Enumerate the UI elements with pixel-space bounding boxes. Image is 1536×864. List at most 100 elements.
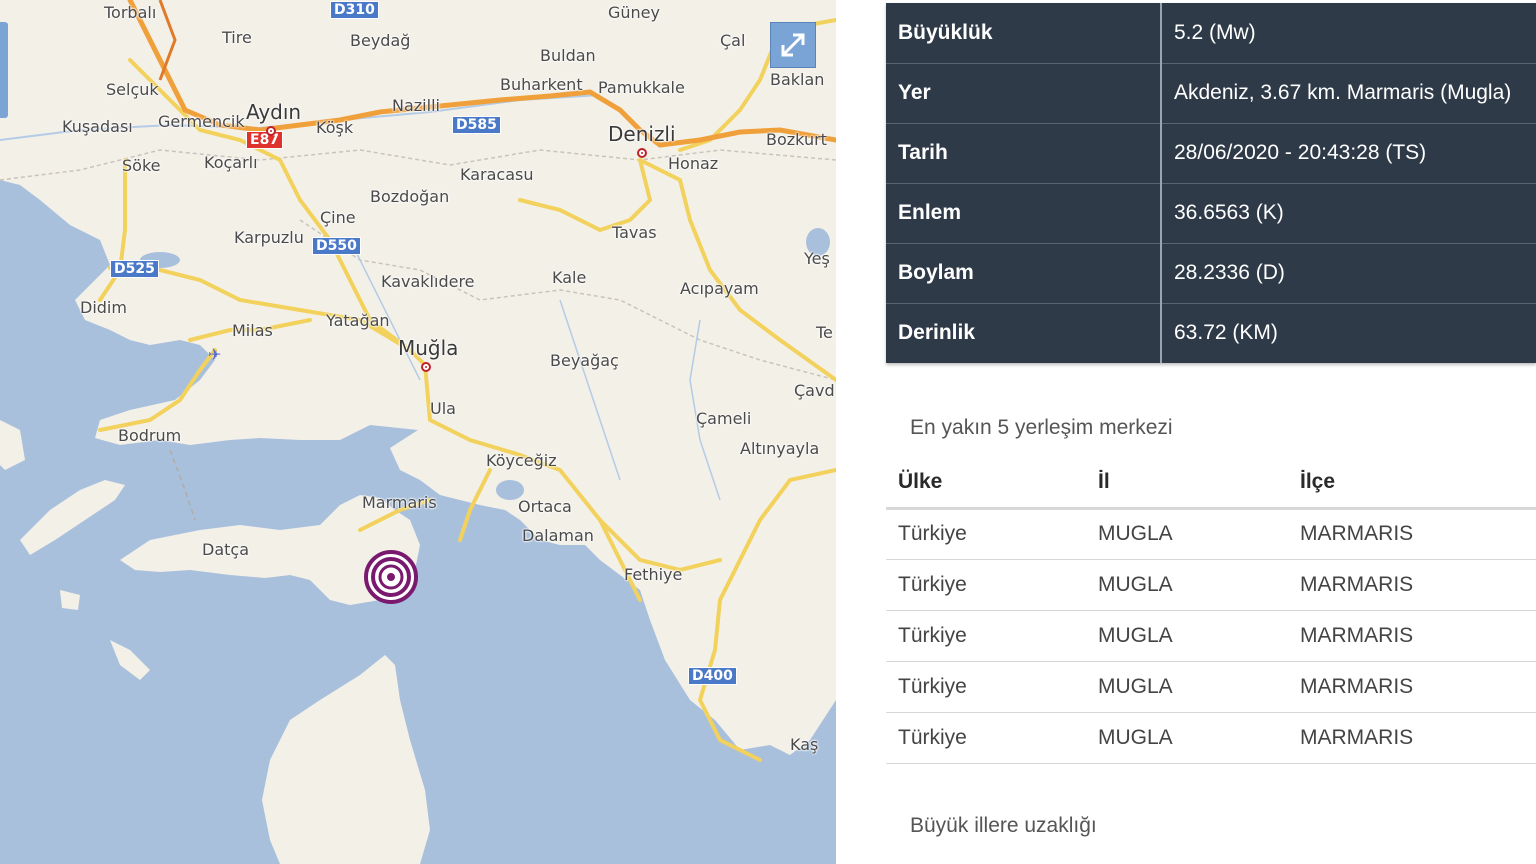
- info-value: 28.2336 (D): [1161, 243, 1536, 304]
- info-row: Büyüklük 5.2 (Mw): [886, 3, 1536, 64]
- cell-province: MUGLA: [1086, 610, 1288, 662]
- road-shield-label: D550: [312, 237, 361, 255]
- map-place-label: Baklan: [770, 70, 825, 89]
- map-place-label: Aydın: [246, 100, 302, 124]
- cell-district: MARMARIS: [1288, 508, 1536, 560]
- cell-country: Türkiye: [886, 712, 1086, 764]
- info-value: 28/06/2020 - 20:43:28 (TS): [1161, 123, 1536, 184]
- info-value: 5.2 (Mw): [1161, 3, 1536, 64]
- map-place-label: Yatağan: [326, 311, 390, 330]
- info-row: Tarih 28/06/2020 - 20:43:28 (TS): [886, 123, 1536, 184]
- info-label: Tarih: [886, 123, 1162, 184]
- zoom-control-stub[interactable]: [0, 22, 8, 118]
- map-place-label: Ula: [430, 399, 456, 418]
- map-place-label: Çal: [720, 31, 746, 50]
- info-row: Derinlik 63.72 (KM): [886, 303, 1536, 363]
- map-place-label: Didim: [80, 298, 127, 317]
- road-shield-label: D525: [110, 260, 159, 278]
- map-place-label: Güney: [608, 3, 660, 22]
- cell-district: MARMARIS: [1288, 712, 1536, 764]
- map-place-label: Pamukkale: [598, 78, 685, 97]
- table-row: Türkiye MUGLA MARMARIS: [886, 508, 1536, 560]
- map-place-label: Nazilli: [392, 96, 440, 115]
- map-place-label: Denizli: [608, 122, 676, 146]
- map-place-label: Köyceğiz: [486, 451, 557, 470]
- map-place-label: Ortaca: [518, 497, 572, 516]
- map-place-label: Koçarlı: [204, 153, 258, 172]
- map-place-label: Selçuk: [106, 80, 159, 99]
- map-place-label: Çameli: [696, 409, 752, 428]
- map-place-label: Kavaklıdere: [381, 272, 475, 291]
- cell-province: MUGLA: [1086, 712, 1288, 764]
- map-place-label: Kale: [552, 268, 587, 287]
- map-place-label: Yeş: [804, 249, 830, 268]
- epicenter-target-icon[interactable]: [364, 550, 418, 608]
- cell-province: MUGLA: [1086, 661, 1288, 713]
- cell-district: MARMARIS: [1288, 661, 1536, 713]
- table-row: Türkiye MUGLA MARMARIS: [886, 661, 1536, 713]
- mugla-city-marker: [421, 362, 431, 372]
- cell-country: Türkiye: [886, 508, 1086, 560]
- road-shield-label: D310: [330, 1, 379, 19]
- info-value: 63.72 (KM): [1161, 303, 1536, 363]
- map-place-label: Buldan: [540, 46, 596, 65]
- expand-map-button[interactable]: [770, 22, 816, 68]
- map-place-label: Fethiye: [624, 565, 683, 584]
- earthquake-details-table: Büyüklük 5.2 (Mw) Yer Akdeniz, 3.67 km. Mar…: [886, 3, 1536, 363]
- info-row: Boylam 28.2336 (D): [886, 243, 1536, 304]
- cell-province: MUGLA: [1086, 508, 1288, 560]
- map-place-label: Kaş: [790, 735, 819, 754]
- map-place-label: Marmaris: [362, 493, 437, 512]
- map-place-label: Beyağaç: [550, 351, 619, 370]
- road-shield-label: D400: [688, 667, 737, 685]
- info-label: Yer: [886, 63, 1162, 124]
- road-shield-label: E87: [246, 131, 284, 149]
- map-place-label: Çavd: [794, 381, 835, 400]
- earthquake-info-panel: Büyüklük 5.2 (Mw) Yer Akdeniz, 3.67 km. Mar…: [886, 0, 1536, 864]
- map-place-label: Karacasu: [460, 165, 534, 184]
- denizli-city-marker: [637, 148, 647, 158]
- info-label: Enlem: [886, 183, 1162, 244]
- table-header-row: Ülke İl İlçe: [886, 458, 1536, 510]
- table-row: Türkiye MUGLA MARMARIS: [886, 559, 1536, 611]
- map-place-label: Acıpayam: [680, 279, 759, 298]
- map-place-label: Bozkurt: [766, 130, 827, 149]
- map-place-label: Karpuzlu: [234, 228, 304, 247]
- column-header-district: İlçe: [1288, 458, 1536, 510]
- map-place-label: Bodrum: [118, 426, 182, 445]
- map-place-label: Köşk: [316, 118, 354, 137]
- distances-title: Büyük illere uzaklığı: [910, 814, 1097, 837]
- map-place-label: Beydağ: [350, 31, 411, 50]
- nearby-settlements-title: En yakın 5 yerleşim merkezi: [910, 416, 1173, 439]
- earthquake-map[interactable]: Torbalı Tire Beydağ Güney Çal Buldan Selçuk Ayd…: [0, 0, 836, 864]
- column-header-province: İl: [1086, 458, 1288, 510]
- info-value: Akdeniz, 3.67 km. Marmaris (Mugla): [1161, 63, 1536, 124]
- cell-district: MARMARIS: [1288, 559, 1536, 611]
- map-place-label: Honaz: [668, 154, 719, 173]
- aydin-city-marker: [266, 126, 276, 136]
- road-shield-label: D585: [452, 116, 501, 134]
- cell-country: Türkiye: [886, 661, 1086, 713]
- map-place-label: Söke: [122, 156, 161, 175]
- map-place-label: Çine: [320, 208, 356, 227]
- map-place-label: Datça: [202, 540, 249, 559]
- info-label: Derinlik: [886, 303, 1162, 363]
- info-label: Büyüklük: [886, 3, 1162, 64]
- map-place-label: Germencik: [158, 112, 245, 131]
- cell-country: Türkiye: [886, 559, 1086, 611]
- map-place-label: Torbalı: [104, 3, 157, 22]
- info-row: Enlem 36.6563 (K): [886, 183, 1536, 244]
- map-place-label: Te: [816, 323, 833, 342]
- nearby-settlements-table: Ülke İl İlçe Türkiye MUGLA MARMARIS Türkiye…: [886, 458, 1536, 764]
- map-place-label: Bozdoğan: [370, 187, 450, 206]
- map-place-label: Milas: [232, 321, 273, 340]
- column-header-country: Ülke: [886, 458, 1086, 510]
- map-place-label: Dalaman: [522, 526, 594, 545]
- info-value: 36.6563 (K): [1161, 183, 1536, 244]
- expand-arrows-icon: [781, 33, 805, 57]
- map-place-label: Buharkent: [500, 75, 583, 94]
- info-label: Boylam: [886, 243, 1162, 304]
- info-row: Yer Akdeniz, 3.67 km. Marmaris (Mugla): [886, 63, 1536, 124]
- table-row: Türkiye MUGLA MARMARIS: [886, 610, 1536, 662]
- map-place-label: Tavas: [612, 223, 657, 242]
